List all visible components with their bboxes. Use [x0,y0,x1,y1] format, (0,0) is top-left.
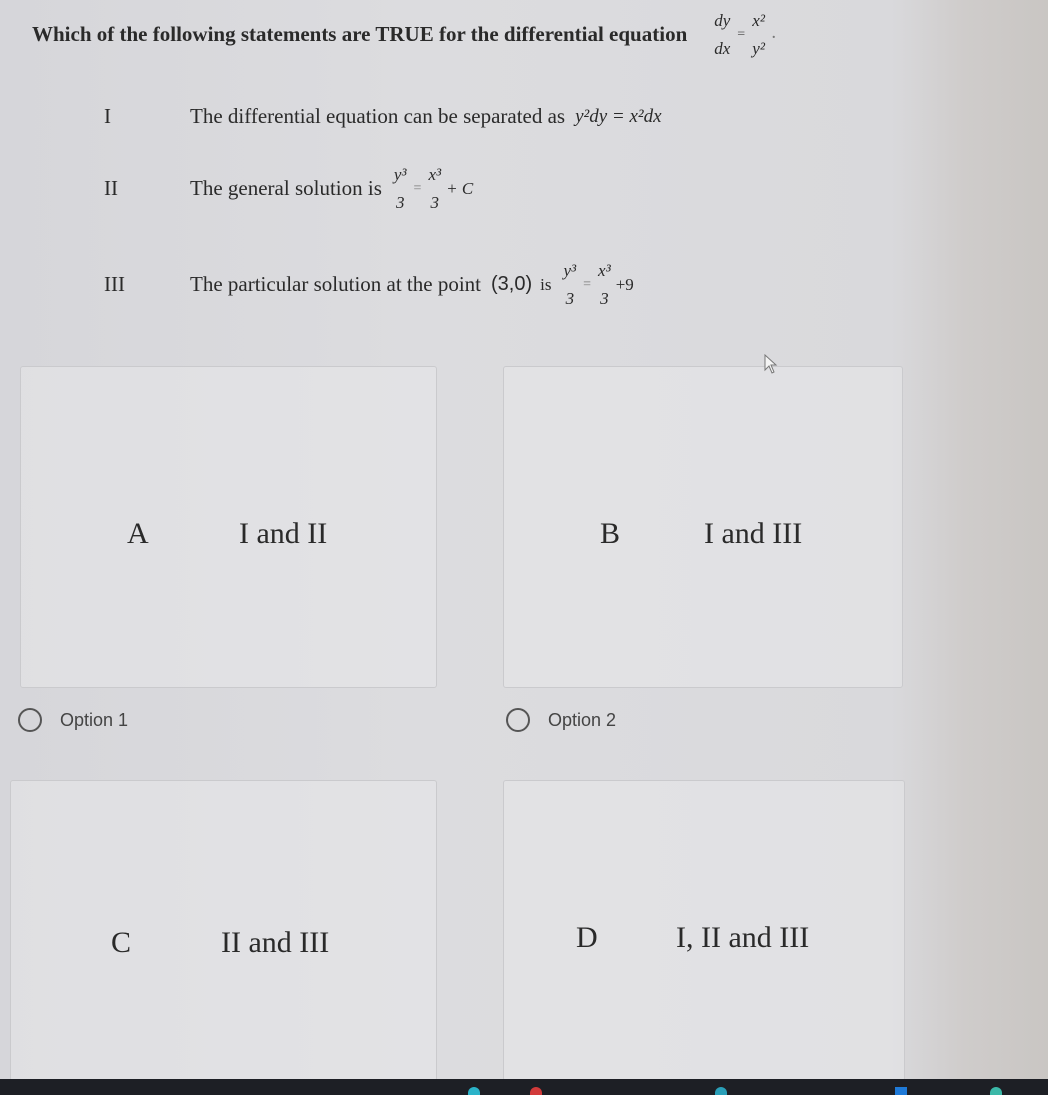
choice-value: I and III [704,517,803,550]
statement-1: I The differential equation can be separ… [104,104,662,129]
statement-2: II The general solution is y³ 3 = x³ 3 +… [104,165,474,212]
taskbar-app-icon[interactable] [715,1087,727,1095]
constant-term: + C [446,178,474,198]
radio-label: Option 2 [548,709,617,730]
choice-value: I, II and III [676,921,810,954]
point-coordinates: (3,0) [491,273,533,296]
option-2-radio-row[interactable]: Option 2 [506,708,616,732]
choice-card-a[interactable]: A I and II [20,366,437,688]
dy-dx-fraction: dy dx [714,11,731,58]
choice-letter: B [600,517,621,550]
statement-text: The general solution is [190,176,382,201]
statement-numeral: I [104,104,111,128]
choice-letter: D [576,921,598,954]
choice-letter: C [111,926,132,959]
y3-over-3: y³ 3 [563,261,577,308]
choice-card-b[interactable]: B I and III [503,366,903,688]
choice-value: I and II [239,517,328,550]
choice-letter: A [127,517,149,550]
question-equation: dy dx = x² y² . [714,11,776,58]
choice-card-d[interactable]: D I, II and III [503,780,905,1081]
taskbar [0,1079,1048,1095]
mouse-cursor-icon [764,354,778,374]
option-1-radio-row[interactable]: Option 1 [18,708,128,732]
y3-over-3: y³ 3 [393,165,407,212]
radio-button[interactable] [18,708,42,732]
choice-value: II and III [221,926,330,959]
x2-y2-fraction: x² y² [752,11,765,58]
taskbar-app-icon[interactable] [990,1087,1002,1095]
question-prompt: Which of the following statements are TR… [32,12,777,58]
choice-card-c[interactable]: C II and III [10,780,437,1081]
x3-over-3: x³ 3 [598,261,611,308]
statement-numeral: III [104,272,125,297]
statement-text: The differential equation can be separat… [190,104,566,128]
statement-math: y²dy = x²dx [575,105,662,127]
statement-3: III The particular solution at the point… [104,261,634,308]
taskbar-app-icon[interactable] [895,1087,907,1095]
statement-text: The particular solution at the point [190,272,482,297]
radio-button[interactable] [506,708,530,732]
taskbar-app-icon[interactable] [530,1087,542,1095]
question-text: Which of the following statements are TR… [32,22,688,47]
statement-numeral: II [104,176,118,201]
constant-term: +9 [615,274,634,294]
x3-over-3: x³ 3 [428,165,442,212]
radio-label: Option 1 [60,709,129,730]
taskbar-app-icon[interactable] [468,1087,480,1095]
